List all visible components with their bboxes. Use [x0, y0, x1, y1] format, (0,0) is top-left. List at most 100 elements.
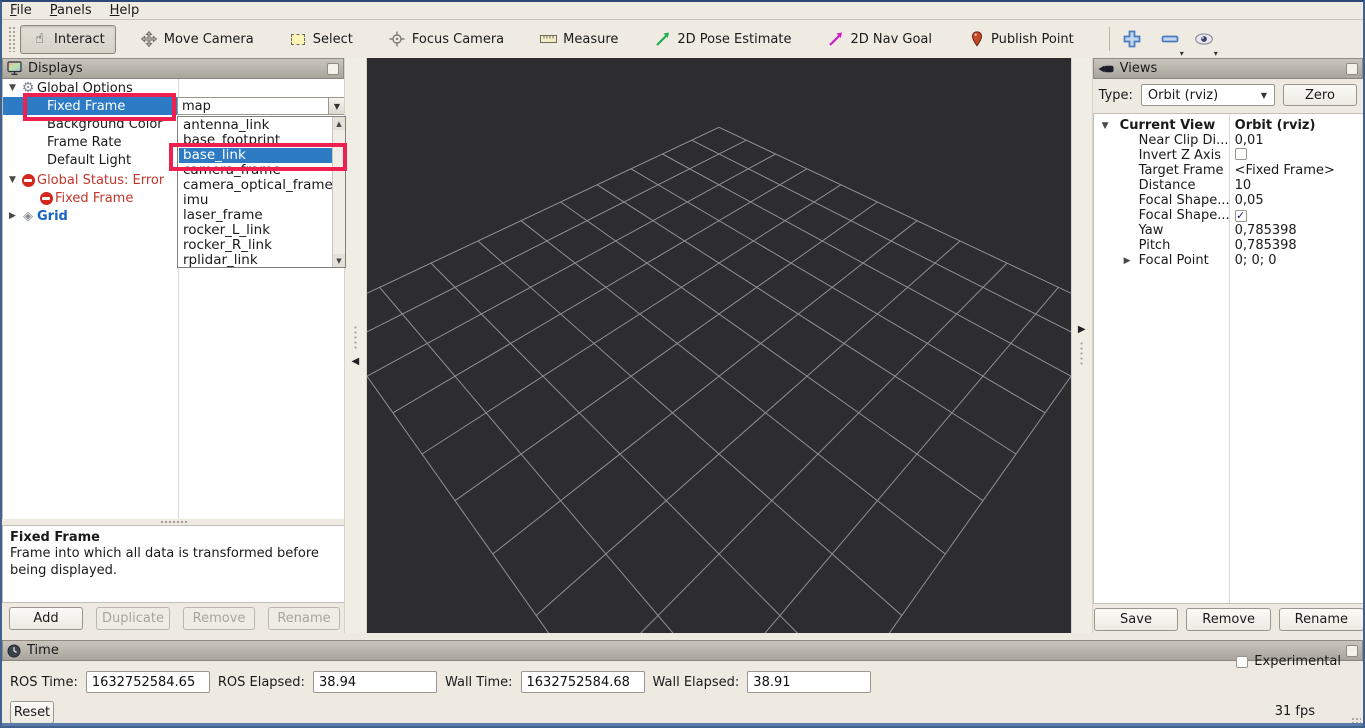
ros-elapsed-field[interactable]	[313, 671, 437, 693]
menu-help[interactable]: Help	[110, 3, 140, 18]
fixed-frame-combo[interactable]: map ▼	[177, 97, 346, 115]
horizontal-splitter[interactable]	[2, 633, 1363, 640]
dropdown-item[interactable]: camera_frame	[179, 163, 333, 178]
displays-panel-header[interactable]: Displays	[2, 58, 344, 79]
focus-camera-tool-button[interactable]: Focus Camera	[378, 25, 515, 54]
expand-down-icon[interactable]: ▼	[9, 83, 19, 93]
focus-camera-label: Focus Camera	[412, 32, 504, 47]
right-panel-collapse-strip[interactable]: ▶	[1071, 58, 1093, 633]
row-value[interactable]: <Fixed Frame>	[1235, 163, 1335, 178]
reset-button[interactable]: Reset	[10, 701, 54, 724]
dropdown-item[interactable]: laser_frame	[179, 208, 333, 223]
fixed-frame-label: Fixed Frame	[47, 99, 125, 114]
menu-panels[interactable]: Panels	[50, 3, 92, 18]
rename-button[interactable]: Rename	[268, 607, 340, 630]
remove-display-dropdown-icon[interactable]: ▾	[1180, 49, 1184, 58]
views-tree: ▼ Current View Orbit (rviz) Near Clip Di…	[1093, 113, 1365, 604]
ros-time-field[interactable]	[86, 671, 210, 693]
tree-row-fixed-frame-error[interactable]: Fixed Frame	[3, 189, 178, 207]
tree-row-global-status[interactable]: ▼ Global Status: Error	[3, 171, 203, 189]
dropdown-item[interactable]: imu	[179, 193, 333, 208]
views-row-near-clip[interactable]: Near Clip Di... 0,01	[1094, 133, 1364, 148]
checkbox-checked[interactable]: ✓	[1235, 210, 1247, 222]
tree-row-background-color[interactable]: Background Color	[3, 115, 178, 133]
expand-down-icon[interactable]: ▼	[1102, 121, 1109, 131]
experimental-checkbox[interactable]	[1236, 656, 1248, 668]
remove-button[interactable]: Remove	[183, 607, 255, 630]
interact-tool-button[interactable]: ☝ Interact	[20, 25, 116, 54]
scroll-up-icon[interactable]: ▲	[333, 117, 345, 130]
row-value[interactable]: 0,05	[1235, 193, 1264, 208]
views-panel-header[interactable]: Views	[1093, 58, 1363, 79]
publish-point-tool-button[interactable]: Publish Point	[957, 25, 1085, 54]
move-camera-tool-button[interactable]: Move Camera	[130, 25, 265, 54]
tree-row-grid[interactable]: ▶ ◈ Grid	[3, 207, 178, 225]
expand-down-icon[interactable]: ▼	[9, 175, 19, 185]
visibility-button[interactable]	[1192, 28, 1216, 50]
row-value[interactable]: 0,01	[1235, 133, 1264, 148]
views-row-focal-point[interactable]: ▶ Focal Point 0; 0; 0	[1094, 253, 1364, 268]
views-row-target-frame[interactable]: Target Frame <Fixed Frame>	[1094, 163, 1364, 178]
duplicate-button[interactable]: Duplicate	[96, 607, 170, 630]
checkbox-unchecked[interactable]	[1235, 148, 1247, 160]
toolbar-drag-handle[interactable]	[8, 26, 16, 52]
views-row-yaw[interactable]: Yaw 0,785398	[1094, 223, 1364, 238]
select-tool-button[interactable]: Select	[279, 25, 364, 54]
dropdown-item[interactable]: antenna_link	[179, 118, 333, 133]
tree-row-global-options[interactable]: ▼ ⚙ Global Options	[3, 79, 178, 97]
views-row-current-view[interactable]: ▼ Current View Orbit (rviz)	[1094, 118, 1364, 133]
view-type-combo[interactable]: Orbit (rviz) ▼	[1141, 84, 1275, 106]
menu-file[interactable]: File	[10, 3, 32, 18]
measure-ruler-icon	[540, 31, 557, 48]
experimental-option[interactable]: Experimental	[1236, 654, 1341, 669]
time-panel-header[interactable]: Time	[2, 640, 1363, 661]
views-row-pitch[interactable]: Pitch 0,785398	[1094, 238, 1364, 253]
row-value[interactable]: 0,785398	[1235, 238, 1297, 253]
tree-row-default-light[interactable]: Default Light	[3, 151, 178, 169]
nav-goal-tool-button[interactable]: 2D Nav Goal	[816, 25, 943, 54]
views-remove-button[interactable]: Remove	[1186, 608, 1271, 631]
views-row-focal-shape-size[interactable]: Focal Shape... 0,05	[1094, 193, 1364, 208]
scroll-down-icon[interactable]: ▼	[333, 254, 345, 267]
collapse-right-icon[interactable]: ▶	[1078, 325, 1086, 335]
views-float-button[interactable]	[1346, 63, 1358, 75]
pose-estimate-tool-button[interactable]: 2D Pose Estimate	[643, 25, 802, 54]
wall-elapsed-field[interactable]	[747, 671, 871, 693]
left-panel-collapse-strip[interactable]: ◀	[344, 58, 367, 633]
expand-right-icon[interactable]: ▶	[9, 211, 19, 221]
zero-button[interactable]: Zero	[1283, 84, 1357, 106]
combo-arrow-icon[interactable]: ▼	[328, 98, 345, 114]
dropdown-item[interactable]: rplidar_link	[179, 253, 333, 268]
render-viewport-3d[interactable]	[367, 58, 1071, 633]
remove-display-button[interactable]	[1158, 29, 1182, 49]
dropdown-item-selected[interactable]: base_link	[179, 148, 333, 163]
expand-right-icon[interactable]: ▶	[1124, 256, 1131, 266]
visibility-dropdown-icon[interactable]: ▾	[1214, 49, 1218, 58]
views-row-invert-z[interactable]: Invert Z Axis	[1094, 148, 1364, 163]
time-float-button[interactable]	[1346, 645, 1358, 657]
row-value: Orbit (rviz)	[1235, 118, 1316, 133]
dropdown-item[interactable]: base_footprint	[179, 133, 333, 148]
tree-row-frame-rate[interactable]: Frame Rate	[3, 133, 178, 151]
views-row-distance[interactable]: Distance 10	[1094, 178, 1364, 193]
views-rename-button[interactable]: Rename	[1279, 608, 1364, 631]
views-row-focal-shape-fixed[interactable]: Focal Shape... ✓	[1094, 208, 1364, 223]
row-value[interactable]: 10	[1235, 178, 1252, 193]
collapse-left-icon[interactable]: ◀	[351, 357, 359, 367]
wall-time-field[interactable]	[521, 671, 645, 693]
select-box-icon	[290, 31, 307, 48]
measure-tool-button[interactable]: Measure	[529, 25, 629, 54]
dropdown-scrollbar[interactable]: ▲ ▼	[332, 117, 345, 267]
tree-row-fixed-frame[interactable]: Fixed Frame	[3, 97, 178, 115]
add-display-button[interactable]	[1120, 26, 1144, 52]
add-button[interactable]: Add	[9, 607, 83, 630]
dropdown-item[interactable]: rocker_R_link	[179, 238, 333, 253]
save-button[interactable]: Save	[1094, 608, 1179, 631]
dropdown-item[interactable]: camera_optical_frame	[179, 178, 333, 193]
row-value[interactable]: 0; 0; 0	[1235, 253, 1277, 268]
combo-arrow-icon: ▼	[1261, 91, 1274, 100]
dropdown-item[interactable]: rocker_L_link	[179, 223, 333, 238]
displays-float-button[interactable]	[327, 63, 339, 75]
row-value[interactable]: 0,785398	[1235, 223, 1297, 238]
time-panel-title: Time	[27, 643, 59, 658]
